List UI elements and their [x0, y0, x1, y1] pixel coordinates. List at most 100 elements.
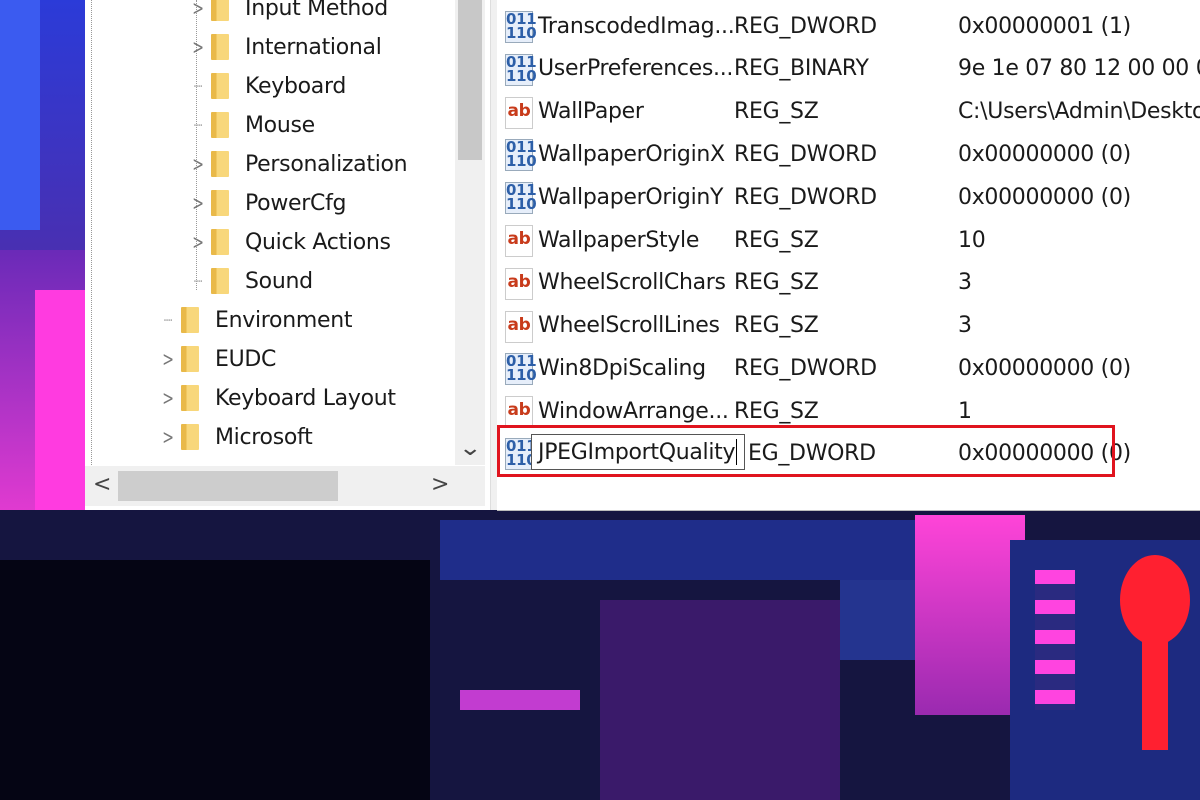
binary-icon: 011 110 [505, 52, 537, 86]
value-type: REG_DWORD [734, 141, 877, 167]
tree-item[interactable]: > Personalization [185, 145, 408, 183]
folder-icon [211, 151, 229, 177]
value-name: WallpaperOriginY [538, 184, 724, 210]
folder-icon [211, 268, 229, 294]
folder-icon [181, 346, 199, 372]
value-name: WallpaperOriginX [538, 141, 725, 167]
value-data: 9e 1e 07 80 12 00 00 00 [958, 56, 1200, 82]
string-icon: ab [505, 225, 533, 257]
tree-item-label: Input Method [245, 0, 388, 21]
value-type: REG_SZ [734, 227, 819, 253]
value-name: WallpaperStyle [538, 227, 700, 253]
value-type: REG_SZ [734, 99, 819, 125]
chevron-right-icon[interactable]: > [189, 191, 207, 215]
value-data: 1 [958, 398, 972, 424]
tree-item[interactable]: > International [185, 28, 382, 66]
scroll-down-button[interactable]: ⌄ [458, 436, 482, 461]
tree-connector: ┈ [193, 113, 203, 137]
tree-item[interactable]: > Keyboard Layout [155, 379, 396, 417]
value-type: REG_SZ [734, 270, 819, 296]
tree-item-label: Keyboard Layout [215, 385, 396, 411]
string-icon: ab [505, 310, 533, 343]
tree-item-label: PowerCfg [245, 190, 347, 216]
tree-item[interactable]: > Microsoft [155, 418, 313, 456]
tree-item[interactable]: ┈ Keyboard [185, 67, 346, 105]
registry-values-pane: 011 110 TranscodedImag... REG_DWORD 0x00000… [497, 0, 1200, 511]
value-row[interactable]: ab WallpaperStyle REG_SZ 10 [497, 219, 1200, 261]
chevron-right-icon[interactable]: > [189, 152, 207, 176]
value-name: UserPreferences... [538, 56, 734, 82]
value-data: 0x00000000 (0) [958, 184, 1131, 210]
value-row[interactable]: ab WallPaper REG_SZ C:\Users\Admin\Desktop [497, 91, 1200, 133]
value-row[interactable]: 011 110 Win8DpiScaling REG_DWORD 0x00000000… [497, 347, 1200, 389]
value-type: REG_BINARY [734, 56, 869, 82]
folder-icon [181, 307, 199, 333]
value-data: 0x00000001 (1) [958, 13, 1131, 39]
folder-icon [211, 190, 229, 216]
value-data: 3 [958, 270, 972, 296]
value-row[interactable]: ab WheelScrollLines REG_SZ 3 [497, 305, 1200, 347]
value-row[interactable]: 011 110 TranscodedImag... REG_DWORD 0x00000… [497, 5, 1200, 47]
chevron-right-icon[interactable]: > [159, 386, 177, 410]
tree-horizontal-scroll-thumb[interactable] [118, 471, 338, 501]
registry-tree-pane: > Input Method > International ┈ Keyboard ┈ Mou… [85, 0, 491, 510]
value-type: REG_DWORD [734, 355, 877, 381]
tree-connector: ┈ [163, 308, 173, 332]
value-name: WheelScrollChars [538, 270, 726, 296]
tree-item[interactable]: ┈ Sound [185, 262, 313, 300]
value-name: WindowArrange... [538, 398, 729, 424]
tree-vertical-scroll-thumb[interactable] [458, 0, 482, 160]
folder-icon [181, 385, 199, 411]
value-row[interactable]: 011 110 UserPreferences... REG_BINARY 9e 1e… [497, 48, 1200, 90]
tree-item-label: Quick Actions [245, 229, 391, 255]
tree-item-label: Sound [245, 268, 313, 294]
value-name: Win8DpiScaling [538, 355, 706, 381]
folder-icon [211, 229, 229, 255]
tree-item-label: Environment [215, 307, 353, 333]
tree-item[interactable]: > Quick Actions [185, 223, 391, 261]
binary-icon: 011 110 [505, 10, 537, 43]
folder-icon [211, 34, 229, 60]
tree-item-label: Mouse [245, 112, 315, 138]
folder-icon [211, 73, 229, 99]
value-row[interactable]: 011 110 WallpaperOriginX REG_DWORD 0x000000… [497, 133, 1200, 175]
scroll-left-button[interactable]: < [93, 472, 111, 497]
value-data: C:\Users\Admin\Desktop [958, 99, 1200, 125]
tree-item-label: Microsoft [215, 424, 313, 450]
tree-connector: ┈ [193, 74, 203, 98]
scroll-right-button[interactable]: > [431, 472, 449, 497]
tree-item[interactable]: ┈ Environment [155, 301, 352, 339]
chevron-right-icon[interactable]: > [159, 425, 177, 449]
tree-vertical-scrollbar[interactable]: ⌄ [455, 0, 485, 465]
value-row[interactable]: ab WheelScrollChars REG_SZ 3 [497, 262, 1200, 304]
chevron-right-icon[interactable]: > [159, 347, 177, 371]
tree-connector: ┈ [193, 269, 203, 293]
tree-item-label: EUDC [215, 346, 277, 372]
tree-item[interactable]: > Input Method [185, 0, 388, 27]
value-data: 3 [958, 313, 972, 339]
value-data: 0x00000000 (0) [958, 141, 1131, 167]
chevron-right-icon[interactable]: > [189, 35, 207, 59]
string-icon: ab [505, 96, 533, 129]
string-icon: ab [505, 267, 533, 300]
tree-item[interactable]: ┈ Mouse [185, 106, 315, 144]
value-row[interactable]: 011 110 WallpaperOriginY REG_DWORD 0x000000… [497, 176, 1200, 218]
binary-icon: 011 110 [505, 352, 537, 386]
value-type: REG_SZ [734, 313, 819, 339]
string-icon: ab [505, 396, 533, 429]
chevron-right-icon[interactable]: > [189, 0, 207, 20]
folder-icon [211, 0, 229, 21]
value-data: 0x00000000 (0) [958, 355, 1131, 381]
binary-icon: 011 110 [505, 138, 537, 172]
tree-item[interactable]: > EUDC [155, 340, 276, 378]
value-name: TranscodedImag... [538, 13, 735, 39]
value-data: 10 [958, 227, 986, 253]
tree-item[interactable]: > PowerCfg [185, 184, 346, 222]
highlight-box [497, 425, 1115, 477]
value-type: REG_SZ [734, 398, 819, 424]
tree-item-label: Keyboard [245, 73, 347, 99]
chevron-right-icon[interactable]: > [189, 230, 207, 254]
tree-horizontal-scrollbar[interactable]: < > [85, 466, 485, 506]
folder-icon [181, 424, 199, 450]
value-name: WheelScrollLines [538, 313, 720, 339]
